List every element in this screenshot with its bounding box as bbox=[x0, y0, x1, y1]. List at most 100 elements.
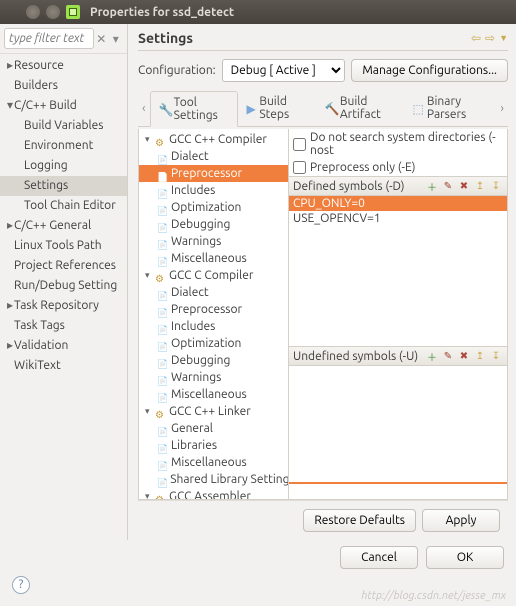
tree-node[interactable]: Miscellaneous bbox=[139, 250, 288, 267]
tree-node[interactable]: Shared Library Settings bbox=[139, 471, 288, 488]
nav-item[interactable]: Project References bbox=[0, 256, 127, 276]
tree-node[interactable]: Miscellaneous bbox=[139, 454, 288, 471]
page-icon bbox=[157, 220, 169, 230]
tree-node[interactable]: Preprocessor bbox=[139, 301, 288, 318]
close-icon[interactable] bbox=[6, 5, 20, 19]
undefined-symbols-header: Undefined symbols (-U) ＋ ✎ ✖ ↥ ↧ bbox=[289, 346, 507, 366]
move-down-icon[interactable]: ↧ bbox=[489, 179, 503, 193]
page-icon bbox=[157, 458, 169, 468]
filter-input[interactable] bbox=[4, 28, 94, 49]
tabstrip: ‹ 🔧Tool Settings ▶Build Steps 🔨Build Art… bbox=[138, 90, 508, 127]
page-icon bbox=[157, 424, 169, 434]
tab-build-steps[interactable]: ▶Build Steps bbox=[238, 91, 316, 125]
tab-scroll-left-icon[interactable]: ‹ bbox=[138, 102, 150, 115]
undefined-symbols-list[interactable] bbox=[289, 366, 507, 484]
edit-icon[interactable]: ✎ bbox=[441, 349, 455, 363]
restore-defaults-button[interactable]: Restore Defaults bbox=[303, 509, 416, 532]
tree-node[interactable]: Dialect bbox=[139, 284, 288, 301]
nav-item[interactable]: Builders bbox=[0, 76, 127, 96]
chk-nostdinc-box[interactable] bbox=[293, 138, 306, 151]
nav-item[interactable]: Logging bbox=[0, 156, 127, 176]
page-icon bbox=[157, 475, 168, 485]
page-icon bbox=[157, 390, 169, 400]
page-icon bbox=[157, 288, 169, 298]
nav-item[interactable]: Tool Chain Editor bbox=[0, 196, 127, 216]
page-icon bbox=[157, 254, 169, 264]
nav-item[interactable]: Linux Tools Path bbox=[0, 236, 127, 256]
config-label: Configuration: bbox=[138, 64, 216, 77]
add-icon[interactable]: ＋ bbox=[425, 179, 439, 193]
clear-filter-icon[interactable]: ✕ bbox=[94, 32, 109, 46]
nav-item[interactable]: ▸C/C++ General bbox=[0, 216, 127, 236]
page-icon bbox=[157, 203, 169, 213]
watermark: http://blog.csdn.net/jesse_mx bbox=[361, 590, 506, 602]
nav-item[interactable]: Environment bbox=[0, 136, 127, 156]
apply-button[interactable]: Apply bbox=[422, 509, 500, 532]
tab-binary-parsers[interactable]: ⬚Binary Parsers bbox=[405, 91, 497, 125]
page-icon bbox=[157, 169, 169, 179]
tree-node[interactable]: Preprocessor bbox=[139, 165, 288, 182]
tool-tree: ▾GCC C++ CompilerDialectPreprocessorIncl… bbox=[139, 129, 289, 499]
tree-node[interactable]: Dialect bbox=[139, 148, 288, 165]
defined-symbols-header: Defined symbols (-D) ＋ ✎ ✖ ↥ ↧ bbox=[289, 176, 507, 196]
tree-node[interactable]: Includes bbox=[139, 318, 288, 335]
gear-icon bbox=[155, 271, 167, 281]
delete-icon[interactable]: ✖ bbox=[457, 179, 471, 193]
delete-icon[interactable]: ✖ bbox=[457, 349, 471, 363]
add-icon[interactable]: ＋ bbox=[425, 349, 439, 363]
tree-node[interactable]: Debugging bbox=[139, 352, 288, 369]
tree-node[interactable]: Debugging bbox=[139, 216, 288, 233]
list-item[interactable]: CPU_ONLY=0 bbox=[289, 196, 507, 211]
move-up-icon[interactable]: ↥ bbox=[473, 179, 487, 193]
move-up-icon[interactable]: ↥ bbox=[473, 349, 487, 363]
nav-item[interactable]: Build Variables bbox=[0, 116, 127, 136]
tree-node[interactable]: Optimization bbox=[139, 199, 288, 216]
steps-icon: ▶ bbox=[246, 102, 256, 114]
nav-item[interactable]: Settings bbox=[0, 176, 127, 196]
tree-node[interactable]: General bbox=[139, 420, 288, 437]
nav-fwd-icon[interactable]: ⇨ bbox=[485, 31, 495, 45]
chk-nostdinc[interactable]: Do not search system directories (-nost bbox=[289, 129, 507, 159]
nav-item[interactable]: ▸Resource bbox=[0, 56, 127, 76]
nav-item[interactable]: WikiText bbox=[0, 356, 127, 376]
ok-button[interactable]: OK bbox=[426, 546, 504, 569]
tree-node[interactable]: ▾GCC C++ Compiler bbox=[139, 131, 288, 148]
tree-node[interactable]: Optimization bbox=[139, 335, 288, 352]
tree-node[interactable]: Includes bbox=[139, 182, 288, 199]
tree-node[interactable]: Warnings bbox=[139, 233, 288, 250]
maximize-icon[interactable] bbox=[46, 5, 60, 19]
page-icon bbox=[157, 441, 169, 451]
nav-back-icon[interactable]: ⇦ bbox=[471, 31, 481, 45]
tree-node[interactable]: Miscellaneous bbox=[139, 386, 288, 403]
nav-item[interactable]: Run/Debug Setting bbox=[0, 276, 127, 296]
nav-item[interactable]: ▸Task Repository bbox=[0, 296, 127, 316]
tree-node[interactable]: Libraries bbox=[139, 437, 288, 454]
list-item[interactable]: USE_OPENCV=1 bbox=[289, 211, 507, 226]
move-down-icon[interactable]: ↧ bbox=[489, 349, 503, 363]
wrench-icon: 🔧 bbox=[159, 103, 171, 115]
tree-node[interactable]: ▾GCC C Compiler bbox=[139, 267, 288, 284]
config-select[interactable]: Debug [ Active ] bbox=[222, 59, 346, 82]
nav-item[interactable]: Task Tags bbox=[0, 316, 127, 336]
chk-preprocess-box[interactable] bbox=[293, 161, 306, 174]
cancel-button[interactable]: Cancel bbox=[340, 546, 418, 569]
tree-node[interactable]: ▾GCC Assembler bbox=[139, 488, 288, 499]
minimize-icon[interactable] bbox=[26, 5, 40, 19]
defined-symbols-list[interactable]: CPU_ONLY=0USE_OPENCV=1 bbox=[289, 196, 507, 346]
page-icon bbox=[157, 237, 169, 247]
tab-scroll-right-icon[interactable]: › bbox=[496, 102, 508, 115]
app-icon bbox=[66, 5, 80, 19]
filter-menu-icon[interactable]: ▾ bbox=[109, 32, 124, 46]
nav-item[interactable]: ▾C/C++ Build bbox=[0, 96, 127, 116]
page-title: Settings bbox=[138, 30, 467, 46]
tree-node[interactable]: ▾GCC C++ Linker bbox=[139, 403, 288, 420]
help-icon[interactable]: ? bbox=[12, 576, 30, 594]
chk-preprocess-only[interactable]: Preprocess only (-E) bbox=[289, 159, 507, 176]
nav-item[interactable]: ▸Validation bbox=[0, 336, 127, 356]
tab-build-artifact[interactable]: 🔨Build Artifact bbox=[317, 91, 405, 125]
manage-config-button[interactable]: Manage Configurations... bbox=[351, 59, 508, 82]
tree-node[interactable]: Warnings bbox=[139, 369, 288, 386]
tab-tool-settings[interactable]: 🔧Tool Settings bbox=[150, 91, 239, 127]
nav-menu-icon[interactable]: ▼ bbox=[499, 33, 508, 43]
edit-icon[interactable]: ✎ bbox=[441, 179, 455, 193]
